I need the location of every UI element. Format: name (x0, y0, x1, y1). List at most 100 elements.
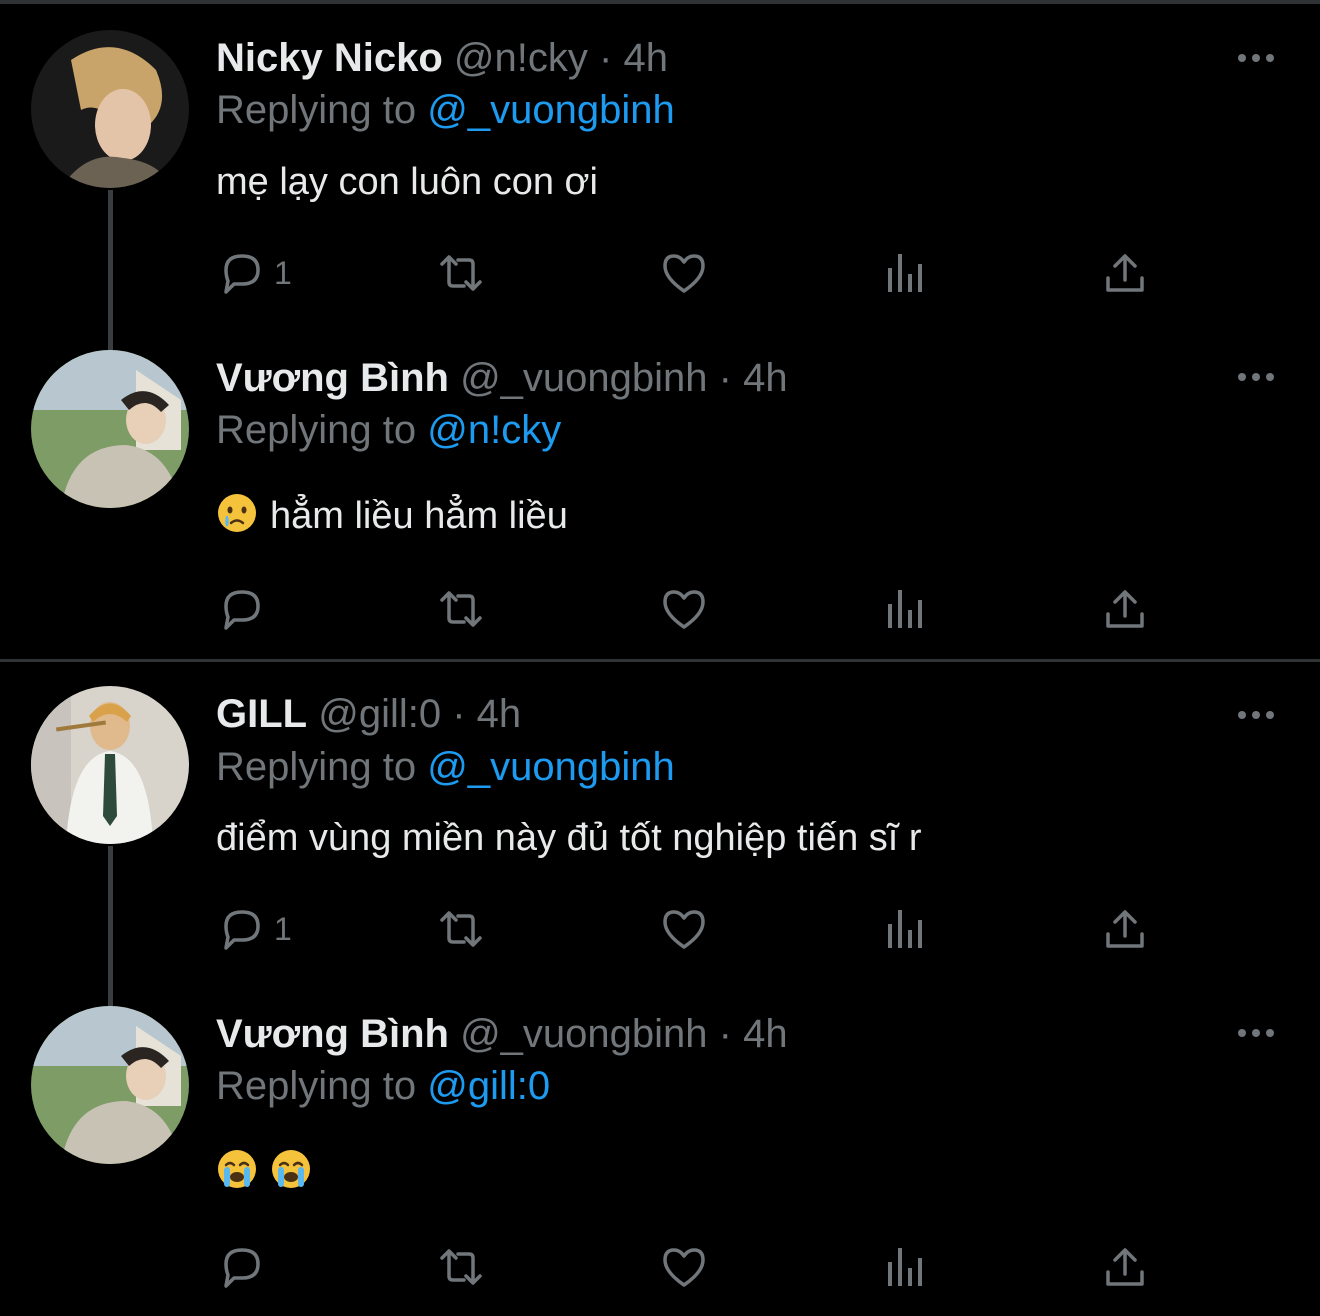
reply-count: 1 (274, 910, 292, 947)
tweet-2[interactable]: Vương Bình @_vuongbinh · 4h Replying to … (0, 330, 1320, 660)
reply-button[interactable] (216, 1242, 274, 1292)
separator-dot: · (599, 36, 613, 80)
retweet-button[interactable] (436, 248, 486, 298)
heart-icon (663, 910, 705, 949)
analytics-icon (888, 254, 922, 292)
mention-link[interactable]: @n!cky (427, 408, 561, 452)
share-icon (1106, 590, 1144, 628)
user-handle[interactable]: @gill:0 (318, 692, 441, 736)
action-bar (216, 584, 1176, 634)
views-button[interactable] (880, 904, 930, 954)
avatar[interactable] (31, 30, 189, 188)
replying-to: Replying to @n!cky (216, 406, 561, 454)
tweet-header: Nicky Nicko @n!cky · 4h (216, 34, 668, 82)
like-button[interactable] (659, 584, 709, 634)
tweet-header: GILL @gill:0 · 4h (216, 690, 521, 738)
crying-face-emoji (216, 492, 258, 534)
avatar[interactable] (31, 350, 189, 508)
views-button[interactable] (880, 1242, 930, 1292)
action-bar: 1 (216, 248, 1176, 298)
action-bar (216, 1242, 1176, 1292)
reply-button[interactable] (216, 584, 274, 634)
tweet-text: mẹ lạy con luôn con ơi (216, 161, 598, 203)
avatar[interactable] (31, 1006, 189, 1164)
separator-dot: · (718, 1012, 732, 1056)
replying-to-label: Replying to (216, 745, 417, 789)
reply-icon (224, 254, 260, 294)
display-name[interactable]: Vương Bình (216, 356, 449, 400)
analytics-icon (888, 1248, 922, 1286)
replying-to-label: Replying to (216, 408, 417, 452)
more-options-icon[interactable] (1236, 48, 1276, 68)
tweet-text: hẳm liều hẳm liều (270, 495, 568, 537)
like-button[interactable] (659, 904, 709, 954)
reply-button[interactable]: 1 (216, 904, 292, 954)
heart-icon (663, 1248, 705, 1287)
separator-dot: · (718, 356, 732, 400)
tweet-4[interactable]: Vương Bình @_vuongbinh · 4h Replying to … (0, 992, 1320, 1316)
replying-to-label: Replying to (216, 1064, 417, 1108)
heart-icon (663, 254, 705, 293)
analytics-icon (888, 590, 922, 628)
share-icon (1106, 1248, 1144, 1286)
mention-link[interactable]: @gill:0 (427, 1064, 550, 1108)
display-name[interactable]: Nicky Nicko (216, 36, 443, 80)
views-button[interactable] (880, 248, 930, 298)
reply-icon (224, 1248, 260, 1288)
retweet-icon (440, 911, 482, 947)
timestamp[interactable]: 4h (623, 36, 668, 80)
display-name[interactable]: Vương Bình (216, 1012, 449, 1056)
tweet-1[interactable]: Nicky Nicko @n!cky · 4h Replying to @_vu… (0, 0, 1320, 330)
replying-to: Replying to @_vuongbinh (216, 743, 675, 791)
display-name[interactable]: GILL (216, 692, 307, 736)
timestamp[interactable]: 4h (743, 1012, 788, 1056)
loudly-crying-face-emoji (216, 1148, 258, 1190)
profile-photo (31, 30, 189, 188)
share-button[interactable] (1100, 1242, 1150, 1292)
mention-link[interactable]: @_vuongbinh (427, 745, 674, 789)
tweet-text: điểm vùng miền này đủ tốt nghiệp tiến sĩ… (216, 817, 922, 859)
share-icon (1106, 910, 1144, 948)
tweet-header: Vương Bình @_vuongbinh · 4h (216, 1010, 788, 1058)
user-handle[interactable]: @n!cky (454, 36, 588, 80)
tweet-text-row: hẳm liều hẳm liều (216, 492, 568, 540)
share-button[interactable] (1100, 248, 1150, 298)
replying-to-label: Replying to (216, 88, 417, 132)
reply-icon (224, 910, 260, 950)
share-button[interactable] (1100, 584, 1150, 634)
more-options-icon[interactable] (1236, 367, 1276, 387)
retweet-button[interactable] (436, 584, 486, 634)
like-button[interactable] (659, 1242, 709, 1292)
retweet-icon (440, 255, 482, 291)
profile-photo (31, 686, 189, 844)
user-handle[interactable]: @_vuongbinh (460, 356, 707, 400)
separator-dot: · (452, 692, 466, 736)
views-button[interactable] (880, 584, 930, 634)
tweet-3[interactable]: GILL @gill:0 · 4h Replying to @_vuongbin… (0, 662, 1320, 992)
profile-photo (31, 350, 189, 508)
tweet-header: Vương Bình @_vuongbinh · 4h (216, 354, 788, 402)
retweet-icon (440, 591, 482, 627)
like-button[interactable] (659, 248, 709, 298)
reply-count: 1 (274, 254, 292, 291)
replying-to: Replying to @gill:0 (216, 1062, 550, 1110)
heart-icon (663, 590, 705, 629)
more-options-icon[interactable] (1236, 705, 1276, 725)
replying-to: Replying to @_vuongbinh (216, 86, 675, 134)
avatar[interactable] (31, 686, 189, 844)
analytics-icon (888, 910, 922, 948)
action-bar: 1 (216, 904, 1176, 954)
loudly-crying-face-emoji (270, 1148, 312, 1190)
share-button[interactable] (1100, 904, 1150, 954)
timestamp[interactable]: 4h (743, 356, 788, 400)
retweet-icon (440, 1249, 482, 1285)
mention-link[interactable]: @_vuongbinh (427, 88, 674, 132)
retweet-button[interactable] (436, 904, 486, 954)
timestamp[interactable]: 4h (477, 692, 522, 736)
user-handle[interactable]: @_vuongbinh (460, 1012, 707, 1056)
reply-button[interactable]: 1 (216, 248, 292, 298)
more-options-icon[interactable] (1236, 1023, 1276, 1043)
tweet-text-row (216, 1148, 324, 1196)
share-icon (1106, 254, 1144, 292)
retweet-button[interactable] (436, 1242, 486, 1292)
